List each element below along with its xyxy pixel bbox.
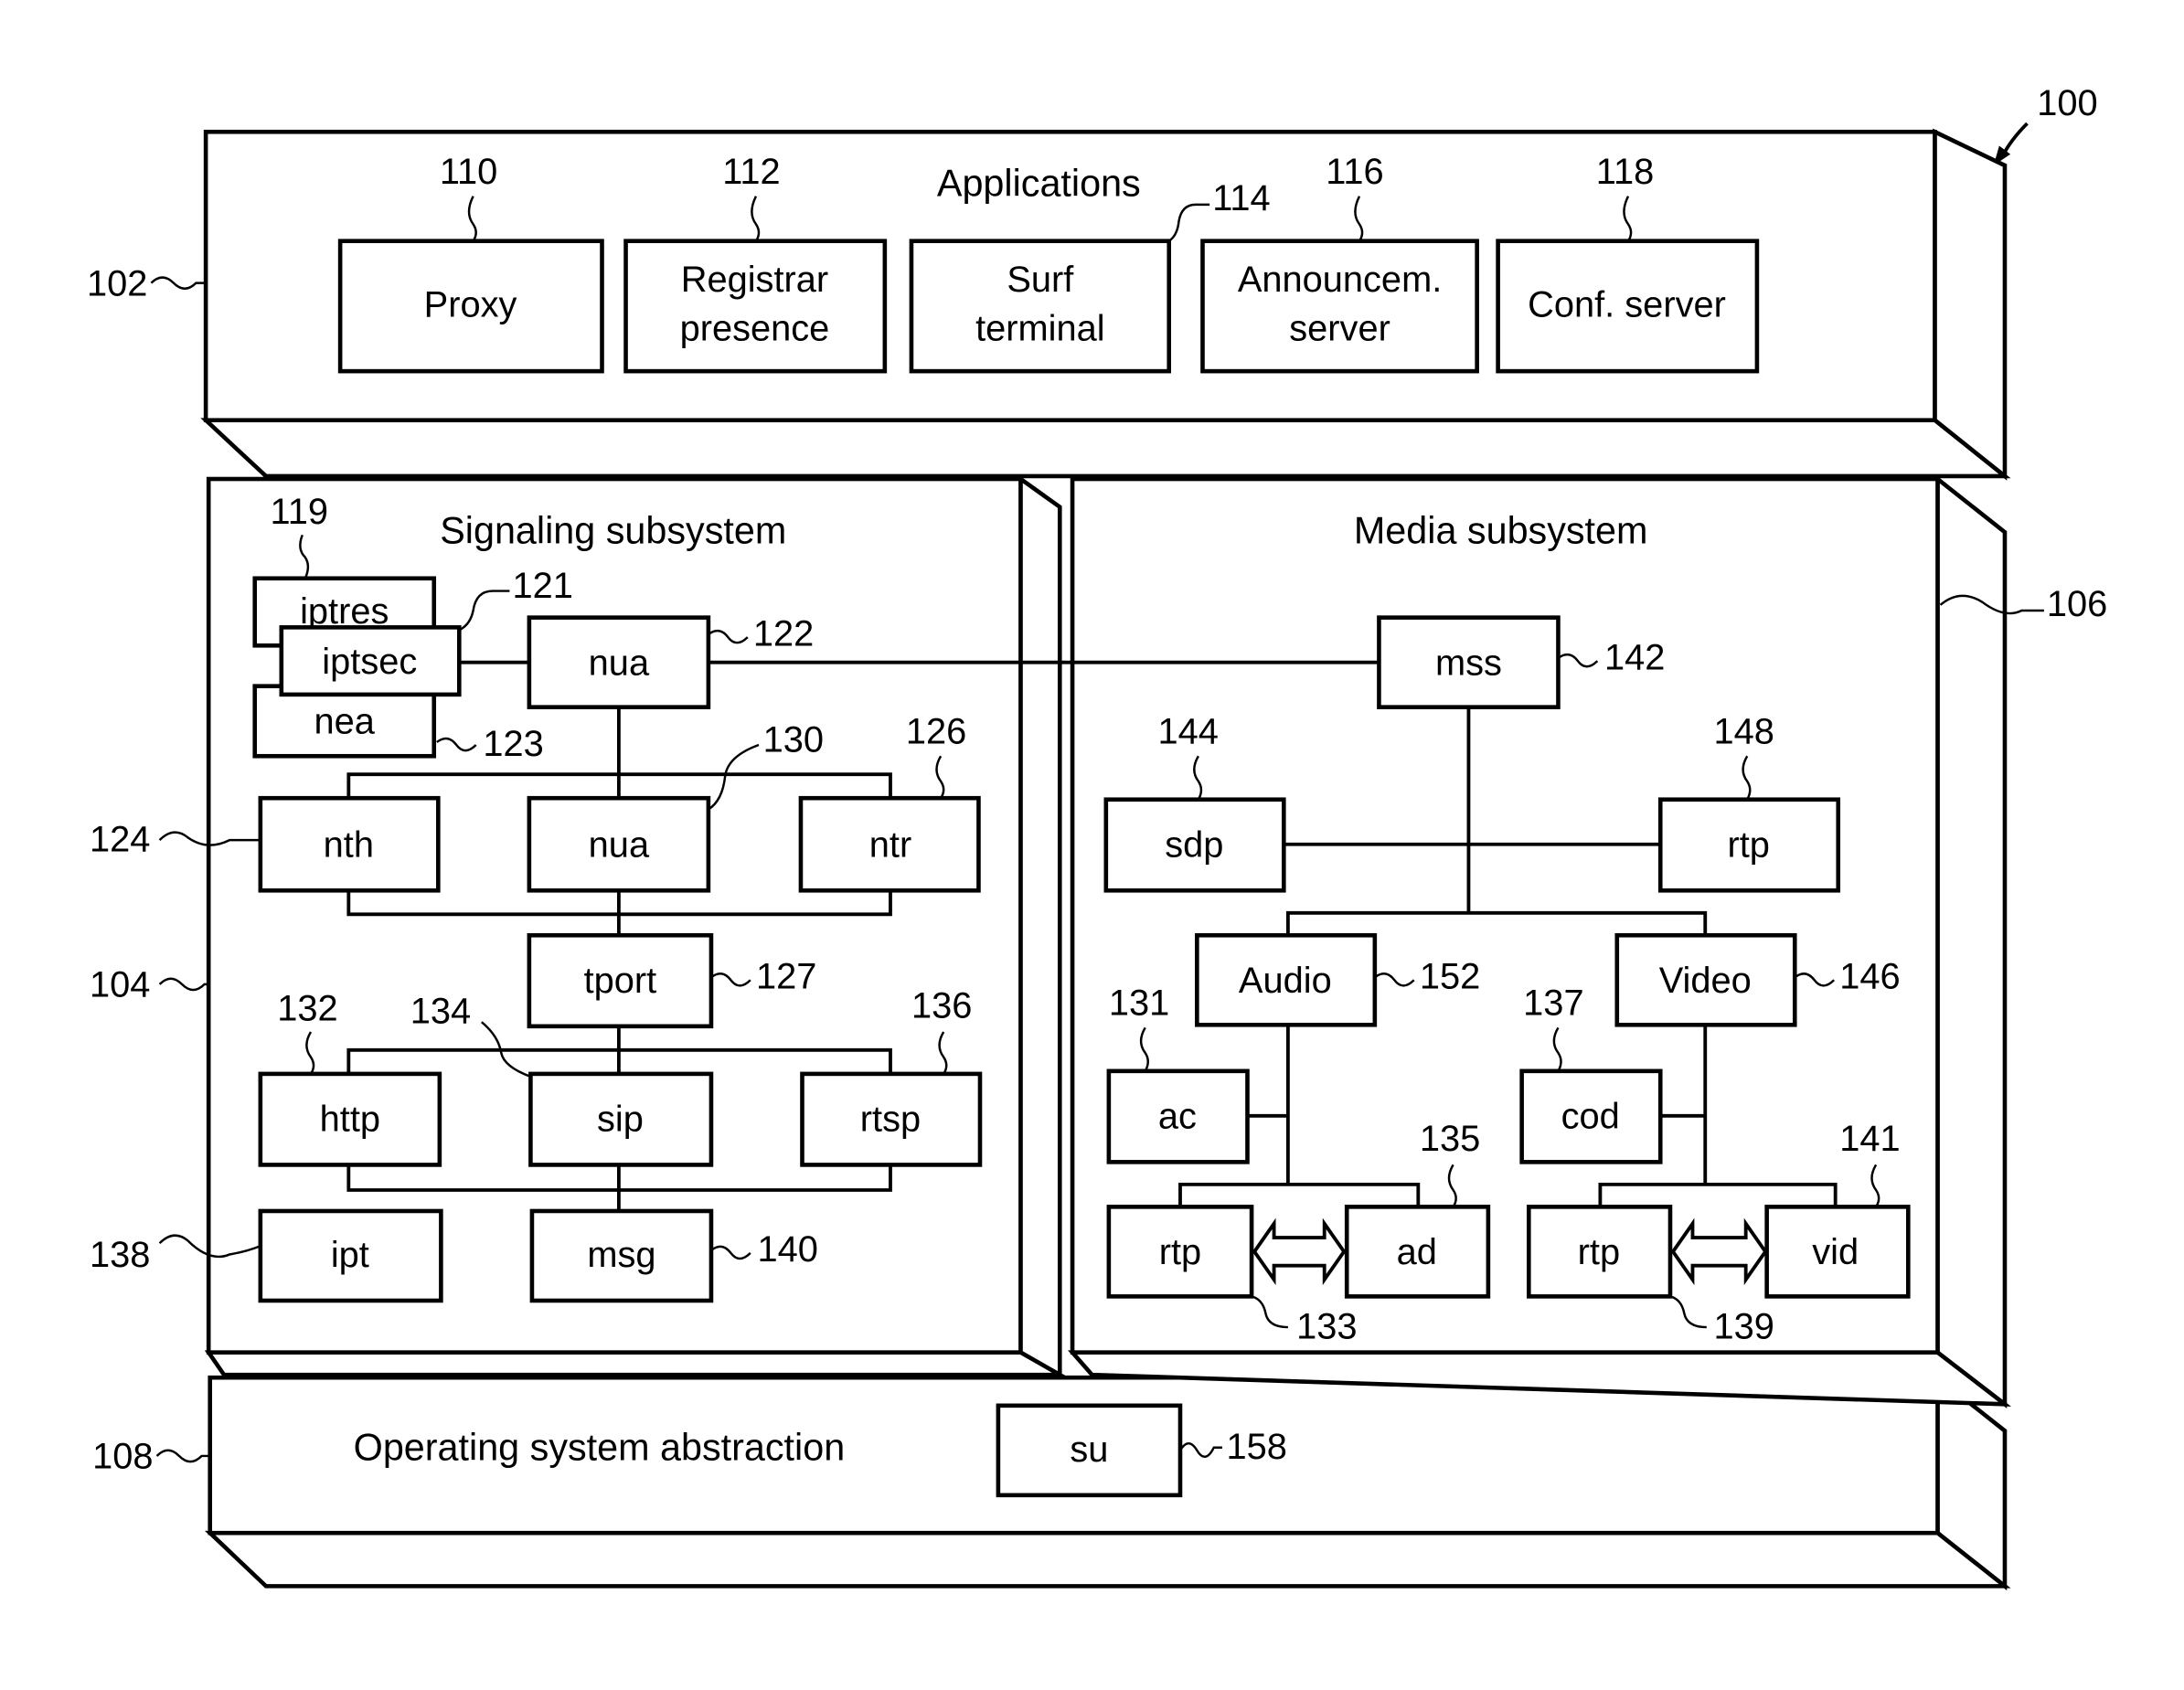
sig-ntr-label: ntr bbox=[869, 825, 911, 866]
sig-ntr-ref: 126 bbox=[906, 711, 966, 751]
sig-nea-label: nea bbox=[314, 702, 376, 742]
figure-ref: 100 bbox=[2037, 83, 2097, 123]
sig-sip-label: sip bbox=[597, 1100, 644, 1140]
sig-nea-ref: 123 bbox=[483, 724, 543, 764]
med-cod-label: cod bbox=[1561, 1097, 1620, 1137]
sig-ipt-ref: 138 bbox=[90, 1235, 150, 1275]
app-surf-terminal-ref: 114 bbox=[1212, 178, 1270, 218]
os-layer: Operating system abstraction 108 su 158 bbox=[92, 1373, 2011, 1591]
applications-ref: 102 bbox=[87, 263, 147, 303]
sig-ipt-label: ipt bbox=[331, 1235, 369, 1275]
signaling-ref-leader bbox=[158, 977, 209, 992]
signaling-layer-bottom bbox=[204, 1350, 1068, 1377]
app-surf-terminal-label-2: terminal bbox=[975, 308, 1105, 348]
applications-layer: Applications 102 Proxy 110 Registrar pre… bbox=[87, 128, 2011, 481]
med-audio-label: Audio bbox=[1239, 961, 1332, 1001]
signaling-layer: Signaling subsystem 104 iptres 119 nea 1… bbox=[90, 474, 1068, 1379]
app-announcement-server-label-2: server bbox=[1289, 308, 1390, 348]
applications-layer-side bbox=[1933, 128, 2008, 481]
app-registrar-label-1: Registrar bbox=[681, 260, 828, 300]
sig-tport-ref: 127 bbox=[756, 956, 816, 996]
app-surf-terminal-label-1: Surf bbox=[1007, 260, 1074, 300]
sig-iptsec-ref: 121 bbox=[512, 566, 572, 606]
med-vid-ref: 141 bbox=[1839, 1119, 1900, 1159]
os-title: Operating system abstraction bbox=[354, 1427, 846, 1469]
med-cod-ref: 137 bbox=[1523, 983, 1583, 1024]
os-su-label: su bbox=[1070, 1430, 1108, 1470]
media-title: Media subsystem bbox=[1354, 509, 1648, 551]
applications-ref-leader bbox=[150, 276, 207, 290]
sig-rtsp-ref: 136 bbox=[911, 986, 972, 1026]
media-ref: 106 bbox=[2047, 584, 2107, 624]
med-audio-ref: 152 bbox=[1420, 956, 1480, 996]
sig-iptsec-label: iptsec bbox=[322, 642, 417, 682]
app-conf-server-ref: 118 bbox=[1596, 152, 1654, 192]
med-rtp-video-ref: 139 bbox=[1713, 1306, 1774, 1346]
sig-iptres-ref: 119 bbox=[271, 492, 328, 532]
med-mss-label: mss bbox=[1435, 643, 1502, 683]
sig-ipt: ipt 138 bbox=[90, 1208, 443, 1303]
app-announcement-server-label-1: Announcem. bbox=[1238, 260, 1442, 300]
architecture-diagram: 100 Applications 102 Proxy 110 Registrar… bbox=[87, 83, 2107, 1591]
sig-nua-mid-label: nua bbox=[589, 825, 650, 866]
med-mss-ref: 142 bbox=[1604, 637, 1665, 677]
os-ref-leader bbox=[155, 1449, 210, 1463]
app-conf-server-label: Conf. server bbox=[1528, 284, 1726, 324]
sig-sip-ref: 134 bbox=[410, 992, 471, 1032]
sig-nth-label: nth bbox=[324, 825, 374, 866]
app-proxy-label: Proxy bbox=[424, 284, 517, 324]
med-ac-label: ac bbox=[1158, 1097, 1197, 1137]
sig-nth: nth 124 bbox=[90, 795, 441, 893]
sig-nua-top-label: nua bbox=[589, 643, 650, 683]
media-layer-side bbox=[1935, 474, 2008, 1408]
med-ad-label: ad bbox=[1397, 1232, 1437, 1272]
med-video-ref: 146 bbox=[1839, 956, 1900, 996]
app-proxy-ref: 110 bbox=[440, 152, 497, 192]
med-rtp-audio-label: rtp bbox=[1159, 1232, 1201, 1272]
sig-msg-label: msg bbox=[587, 1235, 655, 1275]
sig-nth-ref: 124 bbox=[90, 819, 150, 859]
applications-layer-bottom bbox=[200, 418, 2011, 479]
signaling-ref: 104 bbox=[90, 965, 150, 1005]
app-announcement-server-ref: 116 bbox=[1326, 152, 1383, 192]
app-registrar-ref: 112 bbox=[722, 152, 780, 192]
med-video-label: Video bbox=[1659, 961, 1752, 1001]
med-sdp-ref: 144 bbox=[1157, 711, 1218, 751]
med-vid-label: vid bbox=[1812, 1232, 1859, 1272]
med-rtp-video-label: rtp bbox=[1578, 1232, 1620, 1272]
sig-nua-top-ref: 122 bbox=[753, 613, 814, 654]
sig-http-label: http bbox=[320, 1100, 380, 1140]
med-rtp-top-ref: 148 bbox=[1713, 711, 1774, 751]
os-su-ref: 158 bbox=[1227, 1427, 1287, 1467]
sig-http-ref: 132 bbox=[277, 989, 337, 1029]
med-rtp-top-label: rtp bbox=[1728, 825, 1770, 866]
signaling-layer-side bbox=[1018, 474, 1062, 1379]
figure-ref-group: 100 bbox=[1993, 83, 2098, 166]
app-registrar-label-2: presence bbox=[680, 308, 830, 348]
sig-msg-ref: 140 bbox=[757, 1229, 817, 1270]
applications-title: Applications bbox=[937, 163, 1141, 205]
sig-rtsp-label: rtsp bbox=[860, 1100, 921, 1140]
sig-tport-label: tport bbox=[584, 961, 657, 1001]
med-ad-ref: 135 bbox=[1420, 1119, 1480, 1159]
med-ac-ref: 131 bbox=[1109, 983, 1169, 1024]
med-sdp-label: sdp bbox=[1165, 825, 1223, 866]
sig-nua-mid-ref: 130 bbox=[763, 720, 824, 760]
med-rtp-audio-ref: 133 bbox=[1296, 1306, 1357, 1346]
os-ref: 108 bbox=[92, 1437, 153, 1477]
signaling-title: Signaling subsystem bbox=[440, 509, 786, 551]
os-layer-bottom bbox=[204, 1530, 2011, 1589]
